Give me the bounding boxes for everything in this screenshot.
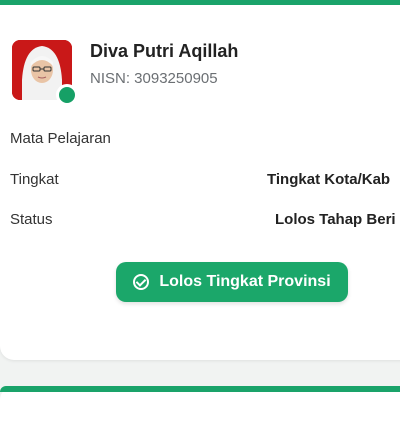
online-status-dot [56, 84, 78, 106]
next-card-top-stripe [0, 386, 400, 392]
student-card: Diva Putri Aqillah NISN: 3093250905 Mata… [0, 0, 400, 360]
status-badge[interactable]: Lolos Tingkat Provinsi [116, 262, 348, 302]
student-name: Diva Putri Aqillah [90, 41, 239, 61]
student-nisn: NISN: 3093250905 [90, 70, 218, 87]
level-label: Tingkat [10, 171, 59, 188]
card-top-stripe [0, 0, 400, 5]
status-label: Status [10, 211, 53, 228]
check-circle-icon [133, 274, 150, 290]
subject-label: Mata Pelajaran [10, 130, 111, 147]
level-value: Tingkat Kota/Kab [267, 171, 391, 188]
status-value: Lolos Tahap Beri [275, 211, 396, 228]
next-student-card [0, 386, 400, 426]
avatar-container [12, 40, 78, 106]
status-badge-label: Lolos Tingkat Provinsi [159, 273, 331, 290]
